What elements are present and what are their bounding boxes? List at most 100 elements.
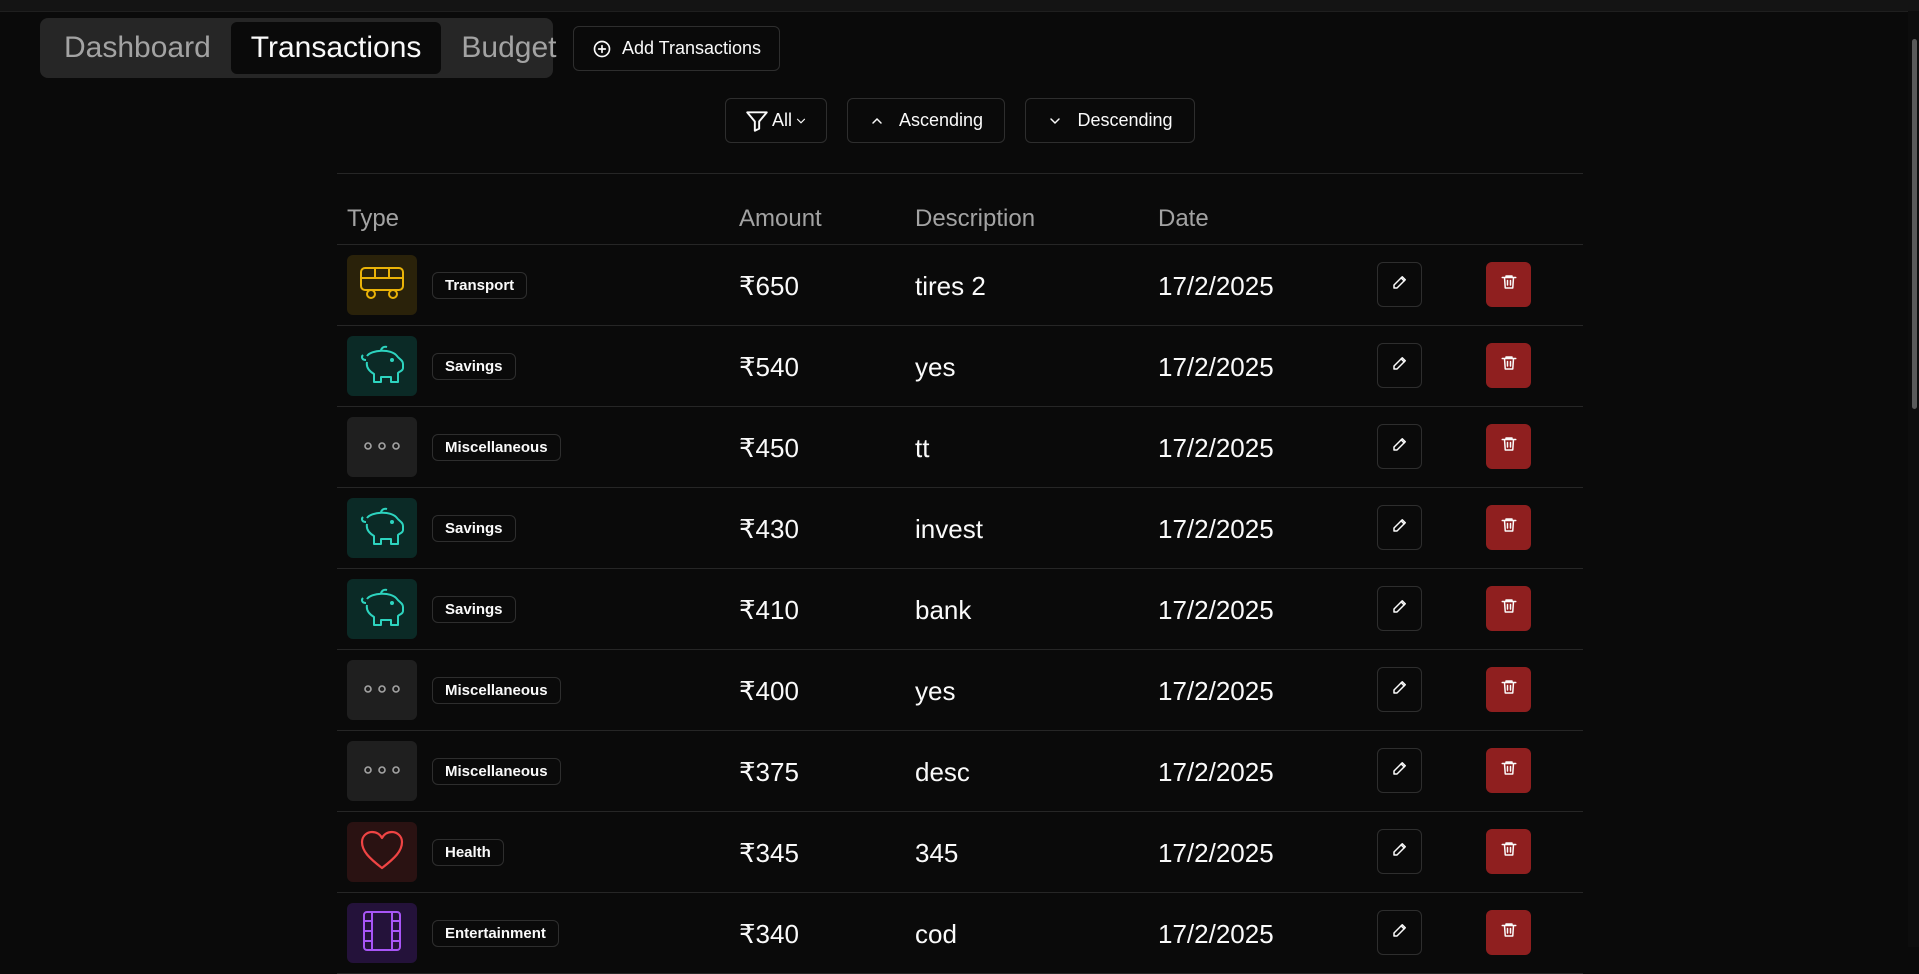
amount-cell: ₹650: [739, 271, 799, 301]
table-row: Health ₹345 345 17/2/2025: [337, 812, 1583, 893]
browser-top-strip: [0, 0, 1919, 12]
trash-icon: [1500, 678, 1518, 701]
trash-icon: [1500, 273, 1518, 296]
pencil-icon: [1391, 273, 1409, 296]
category-icon-box: [347, 822, 417, 882]
edit-button[interactable]: [1377, 586, 1422, 631]
delete-button[interactable]: [1486, 505, 1531, 550]
edit-button[interactable]: [1377, 424, 1422, 469]
table-row: Miscellaneous ₹375 desc 17/2/2025: [337, 731, 1583, 812]
category-badge: Savings: [432, 353, 516, 380]
category-icon-box: [347, 498, 417, 558]
plus-circle-icon: [592, 39, 612, 59]
table-top-divider: [337, 173, 1583, 174]
date-cell: 17/2/2025: [1158, 433, 1274, 463]
chevron-down-icon: [1047, 113, 1063, 129]
description-cell: yes: [915, 352, 956, 382]
add-transactions-button[interactable]: Add Transactions: [573, 26, 780, 71]
category-badge: Health: [432, 839, 504, 866]
delete-button[interactable]: [1486, 424, 1531, 469]
description-cell: invest: [915, 514, 983, 544]
category-icon-box: [347, 255, 417, 315]
trash-icon: [1500, 435, 1518, 458]
film-icon: [361, 909, 403, 958]
delete-button[interactable]: [1486, 829, 1531, 874]
table-row: Savings ₹430 invest 17/2/2025: [337, 488, 1583, 569]
delete-button[interactable]: [1486, 667, 1531, 712]
ellipsis-icon: [362, 438, 402, 456]
piggy-bank-icon: [357, 585, 407, 634]
sort-descending-button[interactable]: Descending: [1025, 98, 1195, 143]
delete-button[interactable]: [1486, 262, 1531, 307]
descending-label: Descending: [1077, 110, 1173, 130]
edit-button[interactable]: [1377, 829, 1422, 874]
header-description: Description: [915, 205, 1036, 232]
edit-button[interactable]: [1377, 262, 1422, 307]
edit-button[interactable]: [1377, 343, 1422, 388]
amount-cell: ₹540: [739, 352, 799, 382]
date-cell: 17/2/2025: [1158, 919, 1274, 949]
pencil-icon: [1391, 759, 1409, 782]
category-badge: Miscellaneous: [432, 677, 561, 704]
edit-button[interactable]: [1377, 910, 1422, 955]
delete-button[interactable]: [1486, 586, 1531, 631]
category-badge: Miscellaneous: [432, 434, 561, 461]
delete-button[interactable]: [1486, 910, 1531, 955]
chevron-up-icon: [869, 113, 885, 129]
description-cell: tt: [915, 433, 930, 463]
amount-cell: ₹410: [739, 595, 799, 625]
table-row: Miscellaneous ₹400 yes 17/2/2025: [337, 650, 1583, 731]
tab-transactions[interactable]: Transactions: [230, 22, 442, 74]
amount-cell: ₹450: [739, 433, 799, 463]
category-badge: Savings: [432, 596, 516, 623]
table-row: Savings ₹540 yes 17/2/2025: [337, 326, 1583, 407]
description-cell: 345: [915, 838, 959, 868]
date-cell: 17/2/2025: [1158, 271, 1274, 301]
category-badge: Miscellaneous: [432, 758, 561, 785]
delete-button[interactable]: [1486, 343, 1531, 388]
table-row: Transport ₹650 tires 2 17/2/2025: [337, 245, 1583, 326]
scrollbar[interactable]: [1908, 11, 1919, 947]
heart-icon: [359, 829, 405, 876]
ascending-label: Ascending: [898, 110, 984, 130]
date-cell: 17/2/2025: [1158, 514, 1274, 544]
amount-cell: ₹400: [739, 676, 799, 706]
trash-icon: [1500, 840, 1518, 863]
add-transactions-label: Add Transactions: [621, 38, 762, 58]
nav-tabs: Dashboard Transactions Budget: [40, 18, 556, 78]
tab-dashboard[interactable]: Dashboard: [44, 22, 231, 74]
ellipsis-icon: [362, 762, 402, 780]
filter-dropdown[interactable]: All: [725, 98, 827, 143]
sort-ascending-button[interactable]: Ascending: [847, 98, 1005, 143]
category-icon-box: [347, 903, 417, 963]
piggy-bank-icon: [357, 342, 407, 391]
category-badge: Savings: [432, 515, 516, 542]
description-cell: bank: [915, 595, 972, 625]
category-icon-box: [347, 417, 417, 477]
tab-budget[interactable]: Budget: [441, 22, 576, 74]
delete-button[interactable]: [1486, 748, 1531, 793]
category-icon-box: [347, 660, 417, 720]
pencil-icon: [1391, 921, 1409, 944]
trash-icon: [1500, 597, 1518, 620]
amount-cell: ₹430: [739, 514, 799, 544]
header-date: Date: [1158, 205, 1209, 232]
category-icon-box: [347, 579, 417, 639]
edit-button[interactable]: [1377, 667, 1422, 712]
category-badge: Transport: [432, 272, 528, 299]
amount-cell: ₹345: [739, 838, 799, 868]
header-type: Type: [347, 205, 400, 232]
table-row: Entertainment ₹340 cod 17/2/2025: [337, 893, 1583, 974]
date-cell: 17/2/2025: [1158, 676, 1274, 706]
pencil-icon: [1391, 354, 1409, 377]
chevron-down-icon: [794, 114, 808, 128]
category-badge: Entertainment: [432, 920, 559, 947]
edit-button[interactable]: [1377, 505, 1422, 550]
filter-label: All: [771, 110, 792, 130]
edit-button[interactable]: [1377, 748, 1422, 793]
amount-cell: ₹340: [739, 919, 799, 949]
piggy-bank-icon: [357, 504, 407, 553]
date-cell: 17/2/2025: [1158, 595, 1274, 625]
scrollbar-thumb[interactable]: [1912, 39, 1917, 409]
description-cell: desc: [915, 757, 970, 787]
